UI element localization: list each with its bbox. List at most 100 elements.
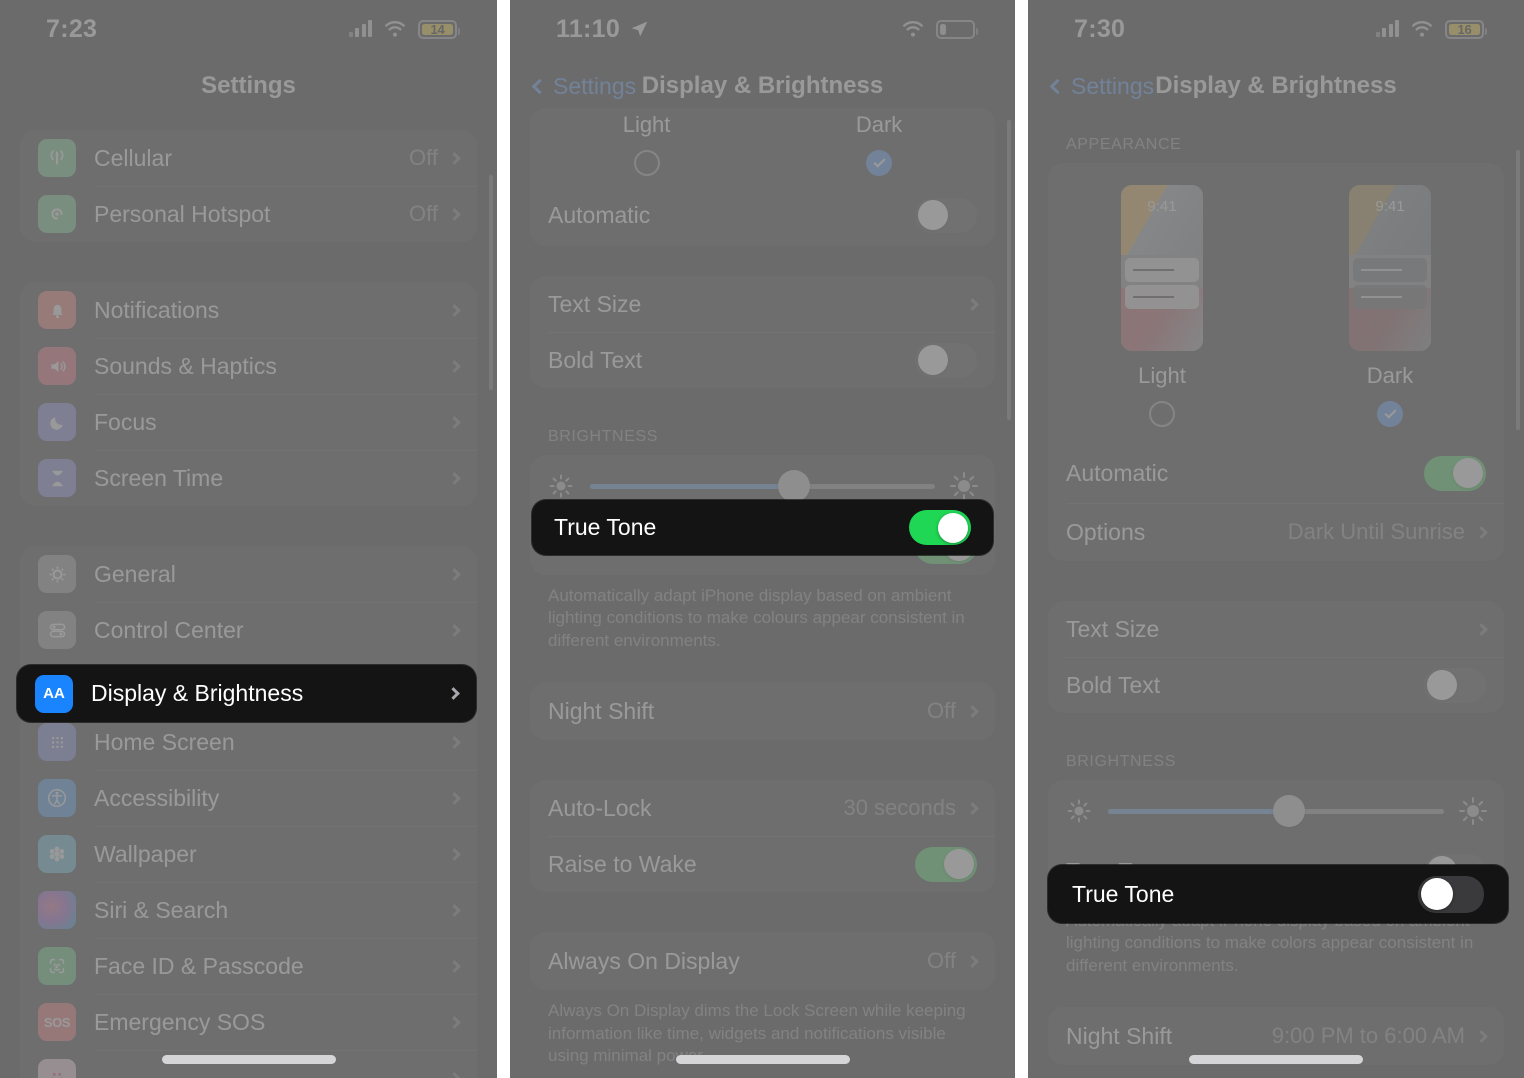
- row-text-size[interactable]: Text Size: [1048, 601, 1504, 657]
- settings-row-personal-hotspot[interactable]: Personal Hotspot Off: [20, 186, 477, 242]
- back-button[interactable]: Settings: [1028, 73, 1154, 100]
- appearance-group: 9:41 Light 9:41 Dark Automatic Options D…: [1048, 163, 1504, 561]
- brightness-low-icon: [1066, 798, 1092, 824]
- dark-preview-thumbnail[interactable]: 9:41: [1349, 185, 1431, 351]
- panel-true-tone-on: 11:10 Display & Brightness Settings Ligh…: [510, 0, 1015, 1078]
- settings-row-general[interactable]: General: [20, 546, 477, 602]
- brightness-header: BRIGHTNESS: [1066, 753, 1177, 770]
- display-brightness-icon: AA: [35, 674, 73, 713]
- row-raise-to-wake[interactable]: Raise to Wake: [530, 836, 995, 892]
- radio-light[interactable]: [633, 150, 660, 176]
- settings-row-sounds-haptics[interactable]: Sounds & Haptics: [20, 338, 477, 394]
- bold-text-toggle[interactable]: [915, 342, 977, 378]
- appearance-group: Light Dark Automatic: [530, 108, 995, 246]
- row-label: Bold Text: [1066, 671, 1161, 698]
- raise-to-wake-toggle[interactable]: [915, 846, 977, 882]
- cellular-icon: [38, 139, 76, 177]
- true-tone-toggle-highlighted[interactable]: [909, 510, 971, 545]
- settings-row-focus[interactable]: Focus: [20, 394, 477, 450]
- settings-row-wallpaper[interactable]: Wallpaper: [20, 826, 477, 882]
- appearance-option-light[interactable]: Light: [623, 112, 670, 176]
- appearance-row-automatic[interactable]: Automatic: [1048, 443, 1504, 503]
- row-label: Display & Brightness: [91, 680, 304, 706]
- highlight-true-tone-row[interactable]: True Tone: [532, 500, 993, 555]
- display-brightness-list: Light Dark Automatic Text Size Bold Text…: [510, 108, 1015, 1078]
- settings-group-alerts: Notifications Sounds & Haptics Focus Scr…: [20, 282, 477, 506]
- status-indicators: 16: [1375, 19, 1487, 39]
- panel-settings-list: 7:23 14 Settings Cellular Off Personal H…: [0, 0, 497, 1078]
- appearance-row-automatic[interactable]: Automatic: [530, 184, 995, 246]
- cellular-signal-icon: [348, 20, 372, 37]
- highlight-true-tone-row[interactable]: True Tone: [1048, 865, 1508, 923]
- general-gear-icon: [38, 555, 76, 593]
- true-tone-toggle-highlighted[interactable]: [1418, 875, 1484, 913]
- automatic-toggle[interactable]: [1424, 455, 1486, 491]
- settings-row-accessibility[interactable]: Accessibility: [20, 770, 477, 826]
- appearance-option-light[interactable]: 9:41 Light: [1121, 185, 1203, 427]
- row-label: Text Size: [1066, 615, 1160, 642]
- nav-bar: Display & Brightness Settings: [510, 58, 1015, 114]
- row-label: Night Shift: [1066, 1022, 1173, 1049]
- bold-text-toggle[interactable]: [1424, 667, 1486, 703]
- chevron-right-icon: [448, 623, 461, 637]
- row-label: Text Size: [548, 290, 642, 317]
- appearance-row-options[interactable]: Options Dark Until Sunrise: [1048, 503, 1504, 561]
- settings-row-control-center[interactable]: Control Center: [20, 602, 477, 658]
- nav-bar: Display & Brightness Settings: [1028, 58, 1524, 114]
- chevron-right-icon: [448, 471, 461, 485]
- row-night-shift[interactable]: Night Shift Off: [530, 682, 995, 740]
- brightness-slider[interactable]: [1108, 795, 1444, 827]
- panel-divider-1: [497, 0, 510, 1078]
- tutorial-screenshot-strip: 7:23 14 Settings Cellular Off Personal H…: [0, 0, 1524, 1078]
- row-label: Automatic: [548, 201, 651, 228]
- chevron-right-icon: [447, 687, 460, 700]
- row-bold-text[interactable]: Bold Text: [1048, 657, 1504, 713]
- row-label: True Tone: [554, 514, 657, 540]
- accessibility-icon: [38, 779, 76, 817]
- automatic-toggle[interactable]: [915, 197, 977, 233]
- battery-percent: 14: [430, 21, 445, 37]
- text-group: Text Size Bold Text: [1048, 601, 1504, 713]
- chevron-right-icon: [966, 954, 979, 968]
- light-preview-thumbnail[interactable]: 9:41: [1121, 185, 1203, 351]
- appearance-label-light: Light: [1138, 363, 1186, 388]
- scroll-indicator[interactable]: [489, 175, 493, 390]
- chevron-right-icon: [448, 791, 461, 805]
- status-time: 7:23: [46, 14, 98, 43]
- row-always-on-display[interactable]: Always On Display Off: [530, 932, 995, 990]
- appearance-option-dark[interactable]: 9:41 Dark: [1349, 185, 1431, 427]
- settings-row-siri-search[interactable]: Siri & Search: [20, 882, 477, 938]
- row-auto-lock[interactable]: Auto-Lock 30 seconds: [530, 780, 995, 836]
- brightness-slider[interactable]: [590, 470, 935, 502]
- settings-row-cellular[interactable]: Cellular Off: [20, 130, 477, 186]
- settings-row-face-id-passcode[interactable]: Face ID & Passcode: [20, 938, 477, 994]
- settings-row-screen-time[interactable]: Screen Time: [20, 450, 477, 506]
- settings-row-emergency-sos[interactable]: SOS Emergency SOS: [20, 994, 477, 1050]
- radio-dark[interactable]: [1377, 401, 1403, 427]
- appearance-option-dark[interactable]: Dark: [856, 112, 902, 176]
- scroll-indicator[interactable]: [1007, 120, 1011, 420]
- chevron-right-icon: [448, 303, 461, 317]
- settings-row-notifications[interactable]: Notifications: [20, 282, 477, 338]
- scroll-indicator[interactable]: [1516, 150, 1520, 430]
- chevron-right-icon: [448, 151, 461, 165]
- brightness-high-icon: [1459, 797, 1487, 825]
- preview-time: 9:41: [1147, 198, 1177, 215]
- row-text-size[interactable]: Text Size: [530, 276, 995, 332]
- back-button[interactable]: Settings: [510, 73, 636, 100]
- highlight-display-brightness-row[interactable]: AA Display & Brightness: [17, 665, 476, 722]
- chevron-right-icon: [448, 207, 461, 221]
- siri-icon: [38, 891, 76, 929]
- cellular-signal-icon: [1375, 20, 1399, 37]
- night-shift-group: Night Shift Off: [530, 682, 995, 741]
- row-label: Cellular: [94, 144, 172, 171]
- row-bold-text[interactable]: Bold Text: [530, 332, 995, 388]
- chevron-right-icon: [448, 1015, 461, 1029]
- radio-light[interactable]: [1149, 401, 1175, 427]
- back-label: Settings: [1071, 72, 1155, 99]
- brightness-slider-row[interactable]: [1048, 780, 1504, 842]
- settings-row-home-screen[interactable]: Home Screen: [20, 714, 477, 770]
- row-value: 9:00 PM to 6:00 AM: [1271, 1023, 1465, 1049]
- status-time: 7:30: [1074, 14, 1126, 43]
- radio-dark[interactable]: [866, 150, 893, 176]
